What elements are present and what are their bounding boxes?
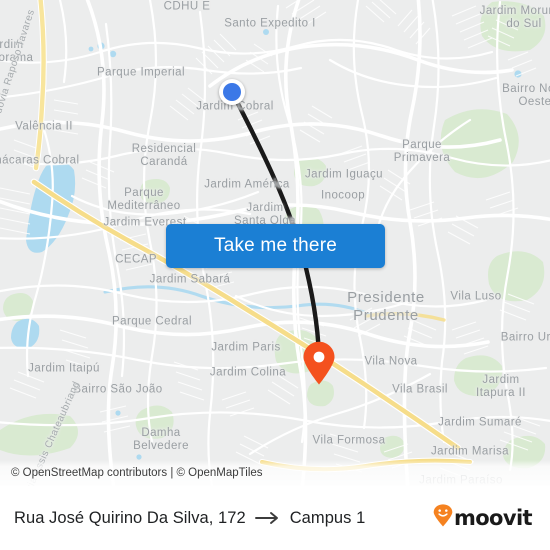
trip-summary: Rua José Quirino Da Silva, 172 Campus 1 bbox=[14, 509, 433, 528]
moovit-logo: moovit bbox=[433, 504, 533, 532]
origin-dot-marker[interactable] bbox=[219, 79, 245, 105]
take-me-there-button[interactable]: Take me there bbox=[166, 224, 385, 268]
moovit-trip-map-screen: CDHU ESanto Expedito IJardim Morumbi do … bbox=[0, 0, 550, 550]
trip-origin-label: Rua José Quirino Da Silva, 172 bbox=[14, 508, 246, 527]
destination-pin-marker[interactable] bbox=[302, 341, 336, 385]
moovit-wordmark: moovit bbox=[453, 506, 533, 530]
moovit-pin-icon bbox=[433, 504, 453, 532]
trip-footer-bar: Rua José Quirino Da Silva, 172 Campus 1 … bbox=[0, 486, 550, 550]
trip-destination-label: Campus 1 bbox=[289, 508, 366, 527]
map-canvas[interactable]: CDHU ESanto Expedito IJardim Morumbi do … bbox=[0, 0, 550, 486]
map-attribution: © OpenStreetMap contributors | © OpenMap… bbox=[0, 460, 550, 486]
arrow-right-icon bbox=[254, 511, 281, 525]
